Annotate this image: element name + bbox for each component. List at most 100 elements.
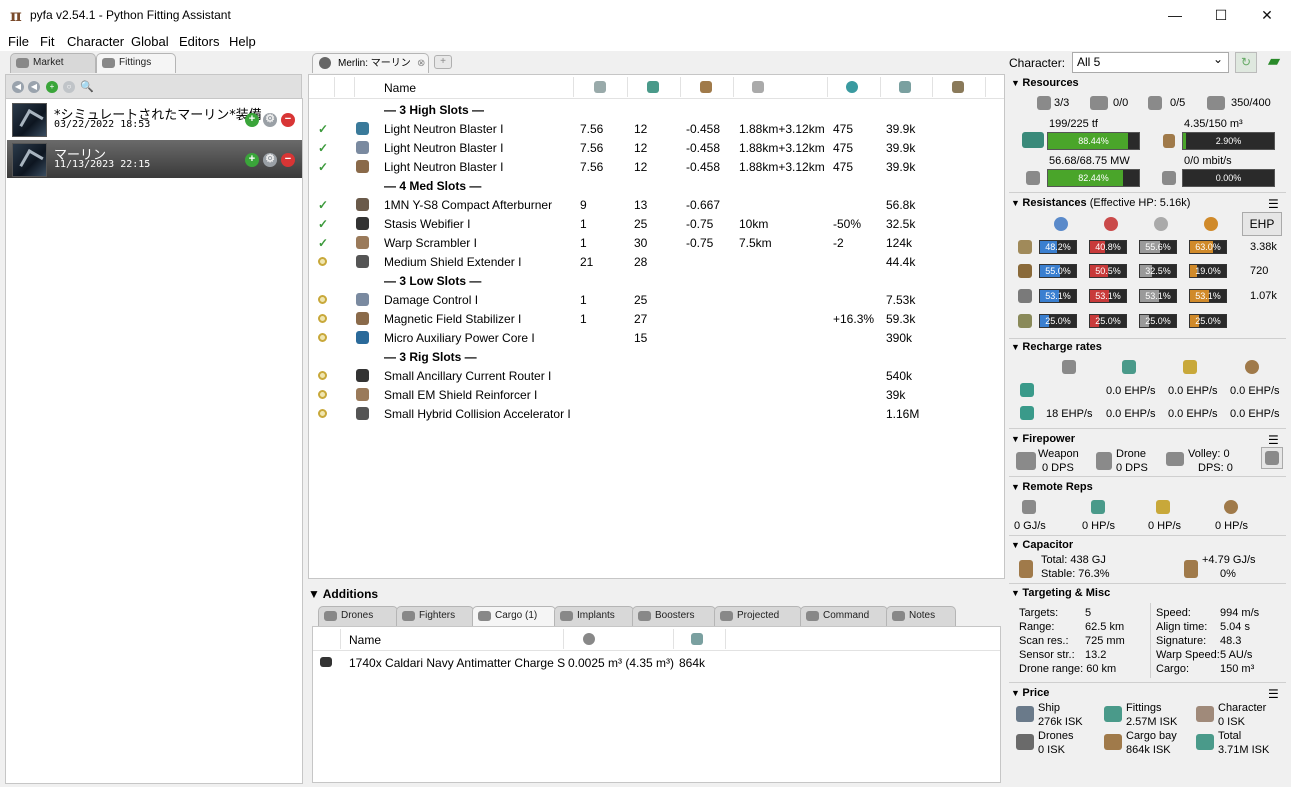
remote-reps-header[interactable]: Remote Reps: [1011, 481, 1092, 493]
close-button[interactable]: ✕: [1244, 0, 1290, 31]
cargo-row[interactable]: 1740x Caldari Navy Antimatter Charge S 0…: [313, 653, 1000, 672]
menu-icon[interactable]: ☰: [1268, 433, 1279, 447]
offline-state-icon[interactable]: [318, 295, 327, 304]
copy-icon[interactable]: ○: [63, 81, 75, 93]
tab-market[interactable]: Market: [10, 53, 96, 73]
first-icon[interactable]: ◀: [12, 81, 24, 93]
powergrid-col-icon[interactable]: [647, 81, 659, 93]
capacitor-header[interactable]: Capacitor: [1011, 539, 1073, 551]
offline-state-icon[interactable]: [318, 409, 327, 418]
column-separator: [354, 77, 355, 97]
firepower-header[interactable]: Firepower: [1011, 433, 1075, 445]
ehp-button[interactable]: EHP: [1242, 212, 1282, 236]
menu-editors[interactable]: Editors: [179, 34, 219, 49]
cpu-col-icon[interactable]: [594, 81, 606, 93]
minimize-button[interactable]: —: [1152, 0, 1198, 31]
tab-fit[interactable]: Merlin: マーリン ⊗: [312, 53, 429, 73]
active-state-icon[interactable]: ✓: [318, 122, 328, 136]
module-row[interactable]: ✓ Light Neutron Blaster I 7.56 12 -0.458 1.88…: [309, 157, 1004, 176]
menu-help[interactable]: Help: [229, 34, 256, 49]
additions-tab-label: Cargo (1): [495, 610, 538, 621]
additions-tab-boosters[interactable]: Boosters: [632, 606, 716, 626]
name-column-header[interactable]: Name: [384, 81, 416, 95]
offline-state-icon[interactable]: [318, 371, 327, 380]
search-icon[interactable]: 🔍: [80, 81, 94, 93]
active-state-icon[interactable]: ✓: [318, 160, 328, 174]
tab-fittings[interactable]: Fittings: [96, 53, 176, 73]
offline-state-icon[interactable]: [318, 257, 327, 266]
menu-global[interactable]: Global: [131, 34, 169, 49]
menu-fit[interactable]: Fit: [40, 34, 54, 49]
capacitor-col-icon[interactable]: [700, 81, 712, 93]
refresh-icon[interactable]: ↻: [1235, 52, 1257, 73]
price-col-icon[interactable]: [691, 633, 703, 645]
new-fit-icon[interactable]: +: [46, 81, 58, 93]
misc-col-icon[interactable]: [846, 81, 858, 93]
active-state-icon[interactable]: ✓: [318, 217, 328, 231]
module-row[interactable]: Small Ancillary Current Router I 540k: [309, 366, 1004, 385]
targeting-stat-value: 5: [1085, 607, 1092, 619]
gear-icon[interactable]: ⚙: [263, 153, 277, 167]
active-state-icon[interactable]: ✓: [318, 141, 328, 155]
price-col-icon[interactable]: [899, 81, 911, 93]
additions-tab-command[interactable]: Command: [800, 606, 888, 626]
range-col-icon[interactable]: [752, 81, 764, 93]
module-row[interactable]: Damage Control I 1 25 7.53k: [309, 290, 1004, 309]
ehp-button-label: EHP: [1249, 217, 1275, 231]
targeting-stat-value: 13.2: [1085, 649, 1107, 661]
offline-state-icon[interactable]: [318, 390, 327, 399]
add-icon[interactable]: +: [245, 113, 259, 127]
fit-item[interactable]: *シミュレートされたマーリン*装備 03/22/2022 18:53 + ⚙ −: [7, 100, 302, 138]
book-icon[interactable]: ▰: [1263, 52, 1285, 73]
add-icon[interactable]: +: [245, 153, 259, 167]
offline-state-icon[interactable]: [318, 333, 327, 342]
module-row[interactable]: ✓ Warp Scrambler I 1 30 -0.75 7.5km -2 124k: [309, 233, 1004, 252]
additions-tab-drones[interactable]: Drones: [318, 606, 398, 626]
delete-icon[interactable]: −: [281, 113, 295, 127]
character-select[interactable]: All 5: [1072, 50, 1229, 73]
fit-item-selected[interactable]: マーリン 11/13/2023 22:15 + ⚙ −: [7, 140, 302, 178]
active-state-icon[interactable]: ✓: [318, 236, 328, 250]
module-row[interactable]: Magnetic Field Stabilizer I 1 27 +16.3% 59.3…: [309, 309, 1004, 328]
module-row[interactable]: Small Hybrid Collision Accelerator I 1.16…: [309, 404, 1004, 423]
misc-stat-value: 5.04 s: [1220, 621, 1250, 633]
resources-header[interactable]: Resources: [1011, 77, 1078, 89]
close-tab-icon[interactable]: ⊗: [417, 54, 425, 73]
additions-tab-projected[interactable]: Projected: [714, 606, 802, 626]
module-row[interactable]: Medium Shield Extender I 21 28 44.4k: [309, 252, 1004, 271]
resistances-header[interactable]: Resistances (Effective HP: 5.16k): [1011, 197, 1190, 209]
module-row[interactable]: ✓ Light Neutron Blaster I 7.56 12 -0.458 1.88…: [309, 138, 1004, 157]
resist-bar: 25.0%: [1039, 314, 1077, 328]
menu-icon[interactable]: ☰: [1268, 197, 1279, 211]
menu-icon[interactable]: ☰: [1268, 687, 1279, 701]
ammo-col-icon[interactable]: [952, 81, 964, 93]
additions-tab-implants[interactable]: Implants: [554, 606, 634, 626]
price-header[interactable]: Price: [1011, 687, 1049, 699]
damage-pattern-button[interactable]: [1261, 447, 1283, 469]
offline-state-icon[interactable]: [318, 314, 327, 323]
volume-col-icon[interactable]: [583, 633, 595, 645]
additions-tab-notes[interactable]: Notes: [886, 606, 956, 626]
shield-passive-icon: [1062, 360, 1076, 374]
module-row[interactable]: ✓ 1MN Y-S8 Compact Afterburner 9 13 -0.667 56…: [309, 195, 1004, 214]
cargo-name-header[interactable]: Name: [349, 633, 381, 647]
additions-tab-cargo[interactable]: Cargo (1): [472, 606, 556, 626]
new-tab-icon[interactable]: +: [434, 55, 452, 69]
module-c6: 44.4k: [886, 255, 916, 269]
recharge-header[interactable]: Recharge rates: [1011, 341, 1102, 353]
additions-header[interactable]: ▼ Additions: [308, 587, 378, 601]
targeting-header[interactable]: Targeting & Misc: [1011, 587, 1110, 599]
additions-tab-fighters[interactable]: Fighters: [396, 606, 474, 626]
back-icon[interactable]: ◀: [28, 81, 40, 93]
maximize-button[interactable]: ☐: [1198, 0, 1244, 31]
gear-icon[interactable]: ⚙: [263, 113, 277, 127]
module-row[interactable]: ✓ Stasis Webifier I 1 25 -0.75 10km -50% 32.5k: [309, 214, 1004, 233]
menu-file[interactable]: File: [8, 34, 29, 49]
module-row[interactable]: Small EM Shield Reinforcer I 39k: [309, 385, 1004, 404]
active-state-icon[interactable]: ✓: [318, 198, 328, 212]
module-c6: 540k: [886, 369, 913, 383]
delete-icon[interactable]: −: [281, 153, 295, 167]
menu-character[interactable]: Character: [67, 34, 124, 49]
module-row[interactable]: ✓ Light Neutron Blaster I 7.56 12 -0.458 1.88…: [309, 119, 1004, 138]
module-row[interactable]: Micro Auxiliary Power Core I 15 390k: [309, 328, 1004, 347]
